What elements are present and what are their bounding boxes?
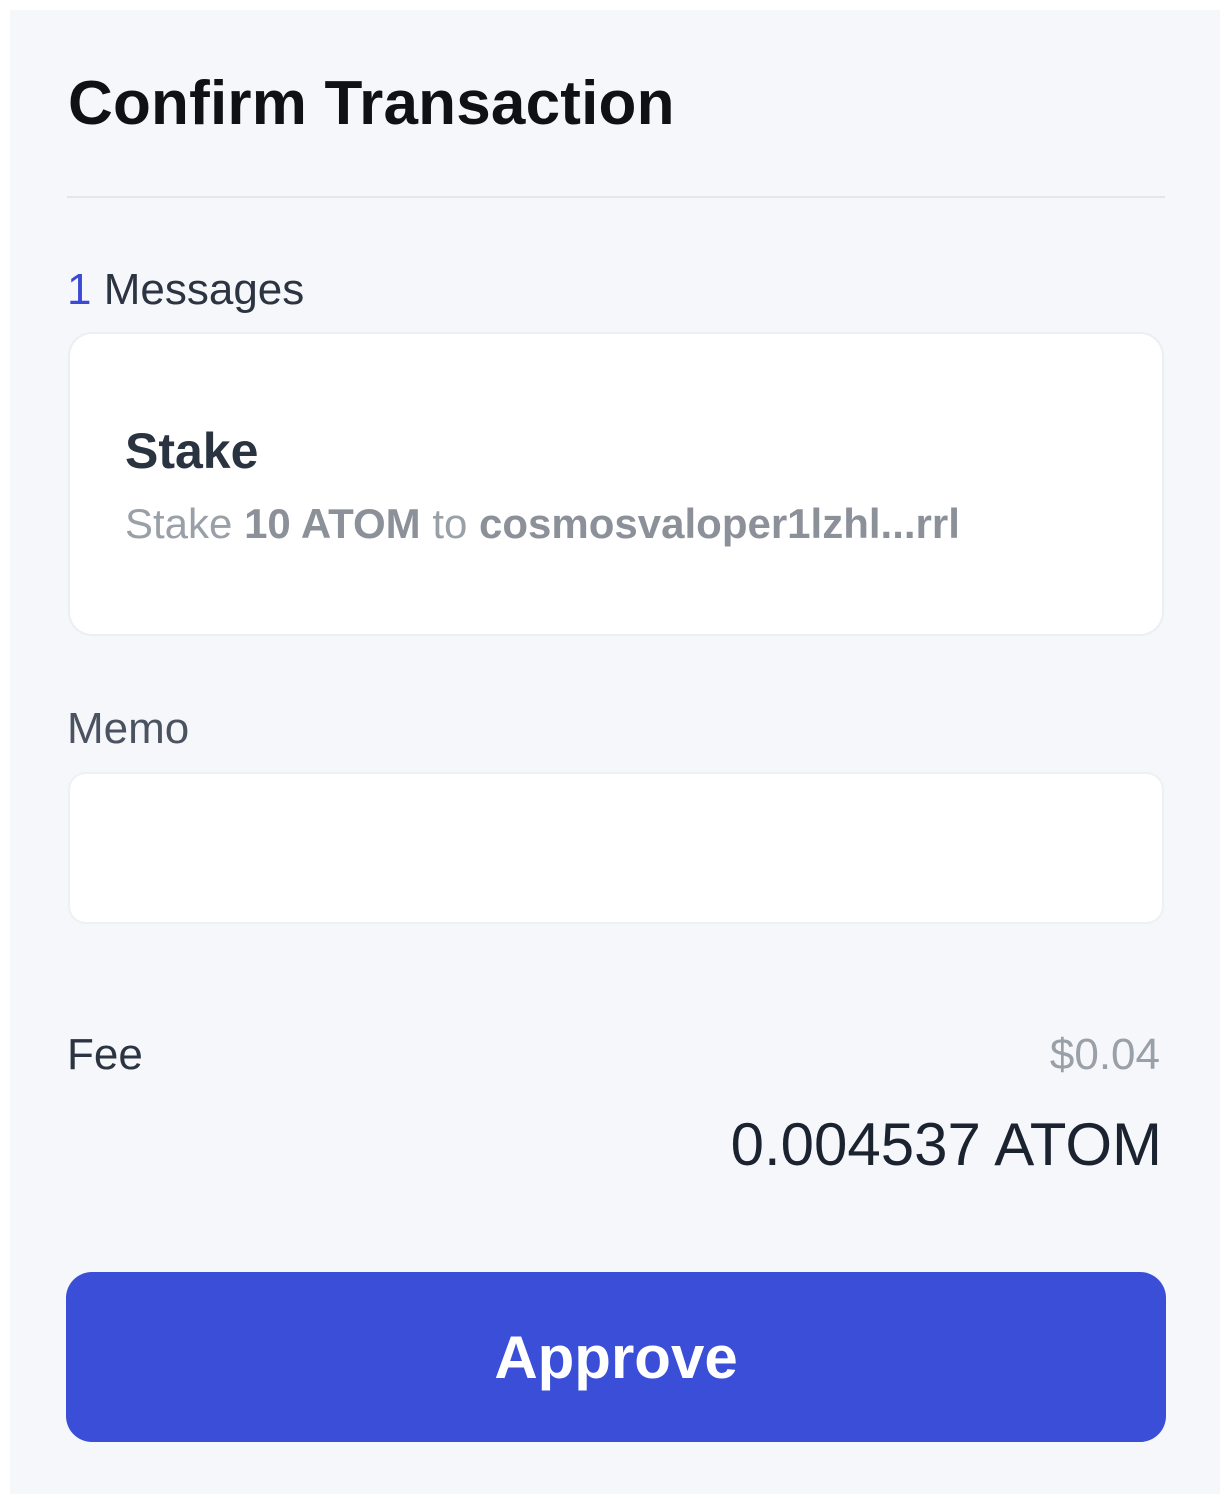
memo-input[interactable] bbox=[68, 772, 1164, 924]
fee-usd-value: $0.04 bbox=[1049, 1030, 1160, 1079]
message-description: Stake 10 ATOM to cosmosvaloper1lzhl...rr… bbox=[125, 500, 960, 548]
message-desc-prefix: Stake bbox=[125, 500, 233, 547]
approve-button[interactable]: Approve bbox=[66, 1272, 1166, 1442]
message-title: Stake bbox=[125, 423, 259, 479]
page-title: Confirm Transaction bbox=[68, 69, 675, 138]
message-desc-middle: to bbox=[432, 500, 468, 547]
messages-label: Messages bbox=[103, 265, 305, 314]
header-divider bbox=[67, 196, 1165, 198]
messages-count: 1 bbox=[67, 265, 92, 314]
confirm-transaction-panel: Confirm Transaction 1 Messages Stake Sta… bbox=[10, 10, 1220, 1494]
message-card: Stake Stake 10 ATOM to cosmosvaloper1lzh… bbox=[68, 332, 1164, 636]
fee-atom-amount: 0.004537 ATOM bbox=[730, 1111, 1162, 1178]
message-validator-address: cosmosvaloper1lzhl...rrl bbox=[479, 500, 960, 547]
memo-label: Memo bbox=[67, 704, 190, 753]
messages-heading: 1 Messages bbox=[67, 265, 304, 315]
fee-label: Fee bbox=[67, 1030, 143, 1079]
message-amount: 10 ATOM bbox=[244, 500, 421, 547]
